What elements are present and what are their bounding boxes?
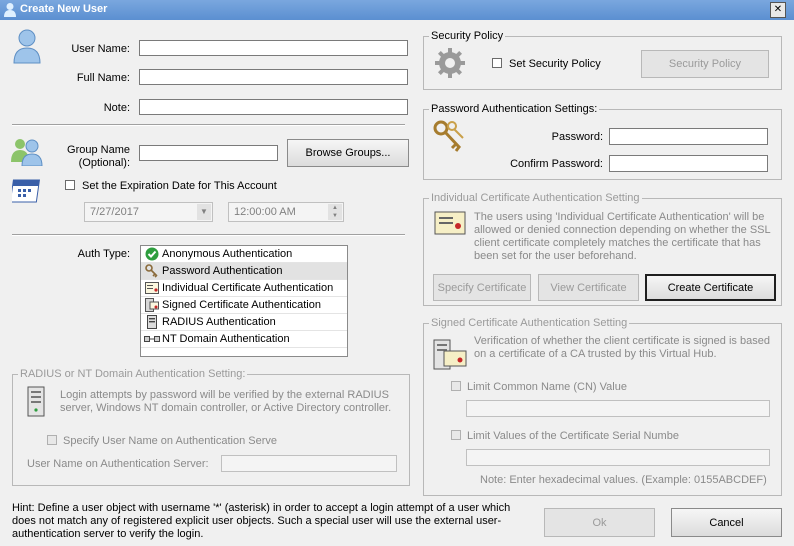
check-circle-icon xyxy=(144,247,160,261)
password-label: Password: xyxy=(551,131,603,143)
certificate-icon xyxy=(144,281,160,295)
limit-serial-label: Limit Values of the Certificate Serial N… xyxy=(467,430,679,442)
group-name-input[interactable] xyxy=(139,145,278,161)
expiration-date-value: 7/27/2017 xyxy=(90,206,139,218)
limit-serial-checkbox[interactable] xyxy=(451,430,461,440)
limit-cn-input[interactable] xyxy=(466,400,770,417)
confirm-password-input[interactable] xyxy=(609,155,768,172)
serial-note: Note: Enter hexadecimal values. (Example… xyxy=(480,474,767,486)
note-label: Note: xyxy=(103,102,130,114)
spinner-icon: ▲ ▼ xyxy=(328,204,342,220)
network-icon xyxy=(144,332,160,346)
list-item[interactable]: Individual Certificate Authentication xyxy=(141,280,347,297)
limit-serial-input[interactable] xyxy=(466,449,770,466)
list-item[interactable]: RADIUS Authentication xyxy=(141,314,347,331)
signed-certificate-icon xyxy=(144,298,160,312)
list-item[interactable]: Signed Certificate Authentication xyxy=(141,297,347,314)
security-policy-checkbox-label: Set Security Policy xyxy=(509,58,601,70)
security-policy-button[interactable]: Security Policy xyxy=(641,50,769,78)
list-item[interactable]: Password Authentication xyxy=(141,263,347,280)
list-item[interactable]: Anonymous Authentication xyxy=(141,246,347,263)
server-icon xyxy=(26,386,48,418)
key-icon xyxy=(144,264,160,278)
security-policy-checkbox[interactable] xyxy=(492,58,502,68)
window-title: Create New User xyxy=(20,3,108,15)
expiration-date-picker[interactable]: 7/27/2017 ▼ xyxy=(84,202,213,222)
limit-cn-label: Limit Common Name (CN) Value xyxy=(467,381,627,393)
view-certificate-button[interactable]: View Certificate xyxy=(538,274,639,301)
cancel-button[interactable]: Cancel xyxy=(671,508,782,537)
security-policy-legend: Security Policy xyxy=(429,30,506,42)
expiration-checkbox[interactable] xyxy=(65,180,75,190)
expiration-time-value: 12:00:00 AM xyxy=(234,206,296,218)
list-item-label: Individual Certificate Authentication xyxy=(162,282,334,294)
auth-type-label: Auth Type: xyxy=(77,248,130,260)
gear-icon xyxy=(434,47,466,79)
user-app-icon xyxy=(3,2,17,17)
create-certificate-button[interactable]: Create Certificate xyxy=(645,274,776,301)
list-item-label: Password Authentication xyxy=(162,265,283,277)
group-name-label: Group Name xyxy=(67,144,130,156)
certificate-icon xyxy=(434,211,466,235)
user-name-input[interactable] xyxy=(139,40,408,56)
individual-certificate-description: The users using 'Individual Certificate … xyxy=(474,211,771,262)
expiration-time-picker[interactable]: 12:00:00 AM ▲ ▼ xyxy=(228,202,344,222)
full-name-label: Full Name: xyxy=(76,72,130,84)
password-settings-legend: Password Authentication Settings: xyxy=(429,103,600,115)
specify-certificate-button[interactable]: Specify Certificate xyxy=(433,274,531,301)
full-name-input[interactable] xyxy=(139,69,408,85)
close-button[interactable]: ✕ xyxy=(770,2,786,18)
separator xyxy=(12,234,405,236)
specify-user-name-checkbox[interactable] xyxy=(47,435,57,445)
list-item-label: Anonymous Authentication xyxy=(162,248,293,260)
individual-certificate-legend: Individual Certificate Authentication Se… xyxy=(429,192,642,204)
user-icon xyxy=(12,28,42,64)
radius-description: Login attempts by password will be verif… xyxy=(60,389,392,414)
chevron-down-icon: ▼ xyxy=(197,204,211,220)
ok-button[interactable]: Ok xyxy=(544,508,655,537)
signed-certificate-legend: Signed Certificate Authentication Settin… xyxy=(429,317,630,329)
limit-cn-checkbox[interactable] xyxy=(451,381,461,391)
radius-settings-legend: RADIUS or NT Domain Authentication Setti… xyxy=(18,368,248,380)
group-optional-label: (Optional): xyxy=(78,157,130,169)
list-item-label: NT Domain Authentication xyxy=(162,333,290,345)
list-item[interactable]: NT Domain Authentication xyxy=(141,331,347,348)
list-item-label: RADIUS Authentication xyxy=(162,316,276,328)
auth-type-list[interactable]: Anonymous Authentication Password Authen… xyxy=(140,245,348,357)
separator xyxy=(12,124,405,126)
note-input[interactable] xyxy=(139,99,408,115)
browse-groups-button[interactable]: Browse Groups... xyxy=(287,139,409,167)
server-user-name-input[interactable] xyxy=(221,455,397,472)
user-name-label: User Name: xyxy=(71,43,130,55)
expiration-label: Set the Expiration Date for This Account xyxy=(82,180,277,192)
signed-certificate-description: Verification of whether the client certi… xyxy=(474,335,770,360)
hint-text: Hint: Define a user object with username… xyxy=(12,502,511,540)
server-icon xyxy=(144,315,160,329)
signed-certificate-icon xyxy=(432,339,468,371)
key-icon xyxy=(432,120,468,154)
title-bar: Create New User ✕ xyxy=(0,0,794,20)
calendar-icon xyxy=(9,176,44,206)
group-icon xyxy=(10,136,44,167)
specify-user-name-label: Specify User Name on Authentication Serv… xyxy=(63,435,278,447)
confirm-password-label: Confirm Password: xyxy=(510,158,603,170)
list-item-label: Signed Certificate Authentication xyxy=(162,299,321,311)
server-user-name-label: User Name on Authentication Server: xyxy=(27,458,209,470)
password-input[interactable] xyxy=(609,128,768,145)
